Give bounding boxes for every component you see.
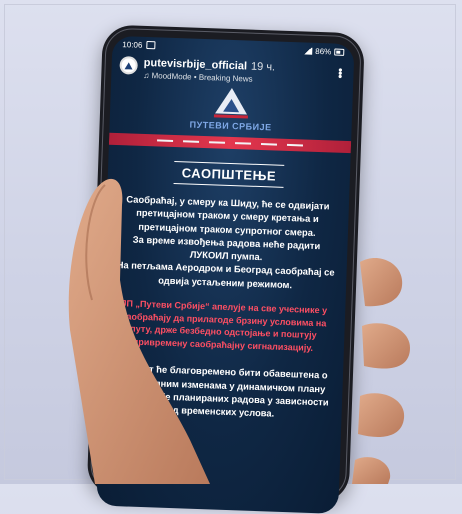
notice-body: Саобраћај, у смеру ка Шиду, ће се одвија… — [99, 192, 349, 423]
logo-text: ПУТЕВИ СРБИЈЕ — [189, 119, 272, 133]
phone: 10:06 86% putevisrbije_official 19 ч. ♫ M… — [86, 24, 365, 514]
road-triangle-icon — [215, 87, 248, 114]
phone-screen: 10:06 86% putevisrbije_official 19 ч. ♫ M… — [96, 35, 355, 514]
signal-icon — [303, 46, 313, 55]
notice-closing: Јавност ће благовремено бити обавештена … — [113, 362, 329, 419]
avatar[interactable] — [119, 56, 138, 75]
battery-percent: 86% — [315, 46, 332, 56]
brand-logo: ПУТЕВИ СРБИЈЕ — [170, 86, 291, 133]
notice-title: САОПШТЕЊЕ — [173, 160, 285, 188]
battery-icon — [334, 48, 345, 56]
notice-appeal: ЈП „Путеви Србије“ апелује на све учесни… — [121, 298, 328, 353]
more-dots-icon[interactable]: ••• — [334, 68, 348, 78]
image-notification-icon — [146, 40, 156, 50]
road-stripe — [108, 132, 352, 154]
triangle-logo-icon — [124, 61, 133, 69]
post-time: 19 ч. — [250, 60, 276, 74]
status-time: 10:06 — [122, 39, 143, 50]
